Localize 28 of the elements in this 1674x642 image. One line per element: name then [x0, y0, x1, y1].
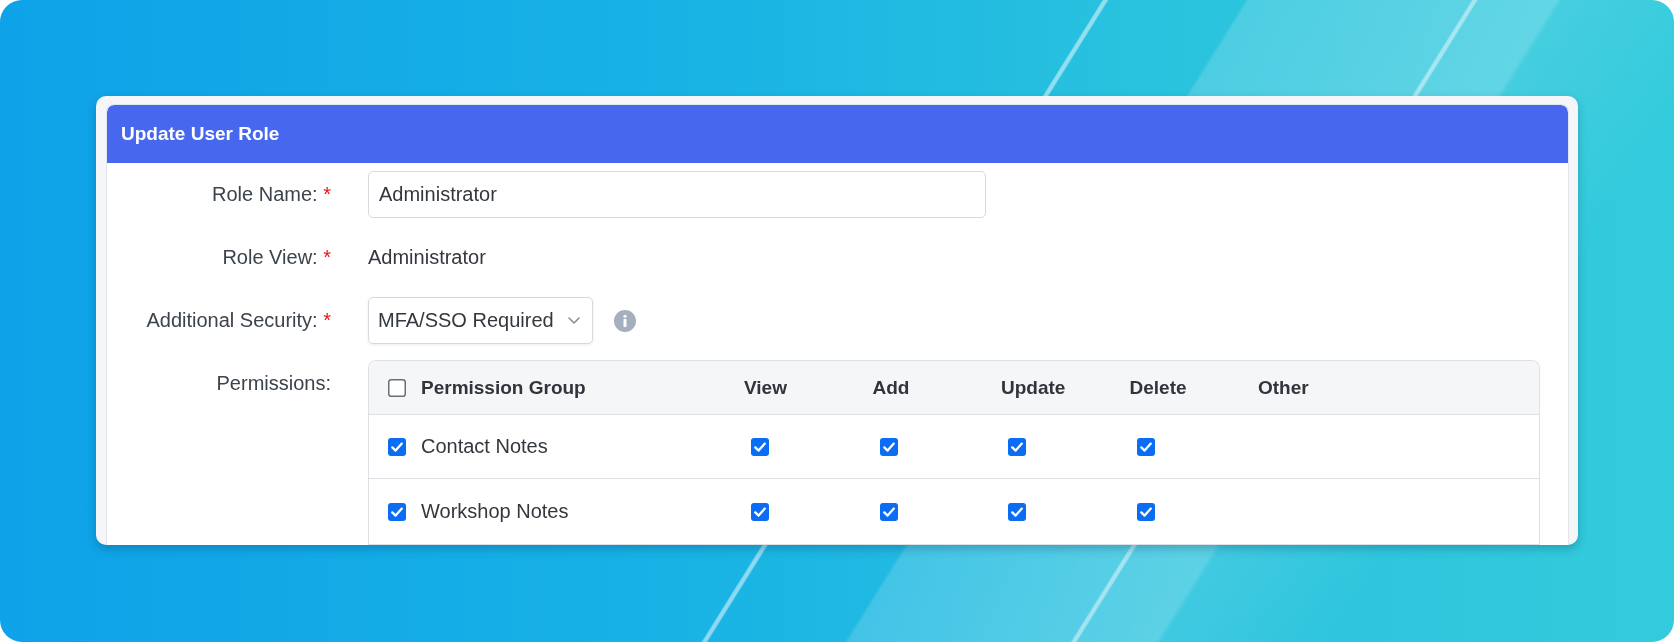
permission-checkbox[interactable]	[1136, 502, 1155, 521]
permission-checkbox[interactable]	[879, 502, 898, 521]
permission-checkbox[interactable]	[751, 502, 769, 521]
column-header: Delete	[1129, 376, 1187, 399]
field-label: Additional Security: *	[145, 309, 331, 332]
column-header: Update	[1001, 376, 1066, 399]
security-dropdown[interactable]: MFA/SSO Required	[368, 297, 593, 344]
row-checkbox[interactable]	[388, 437, 406, 456]
field-label: Permissions:	[215, 371, 331, 395]
permission-checkbox[interactable]	[1008, 502, 1026, 521]
dialog-title: Update User Role	[121, 123, 280, 145]
permission-checkbox[interactable]	[1008, 437, 1026, 456]
permission-checkbox[interactable]	[1136, 437, 1155, 456]
column-header: Permission Group	[421, 376, 586, 399]
field-label: Role Name: *	[211, 183, 331, 206]
column-header: Other	[1258, 376, 1309, 399]
table-cell: Contact Notes	[421, 435, 548, 458]
select-all-checkbox[interactable]	[388, 378, 406, 397]
chevron-down-icon	[568, 317, 580, 324]
row-checkbox[interactable]	[388, 502, 406, 521]
permission-checkbox[interactable]	[751, 437, 769, 456]
column-header: Add	[872, 376, 910, 399]
permission-checkbox[interactable]	[879, 437, 898, 456]
column-header: View	[744, 376, 787, 399]
field-value: Administrator	[368, 246, 486, 269]
field-label: Role View: *	[221, 246, 331, 269]
table-cell: Workshop Notes	[421, 500, 569, 523]
text-field[interactable]: Administrator	[368, 171, 986, 218]
